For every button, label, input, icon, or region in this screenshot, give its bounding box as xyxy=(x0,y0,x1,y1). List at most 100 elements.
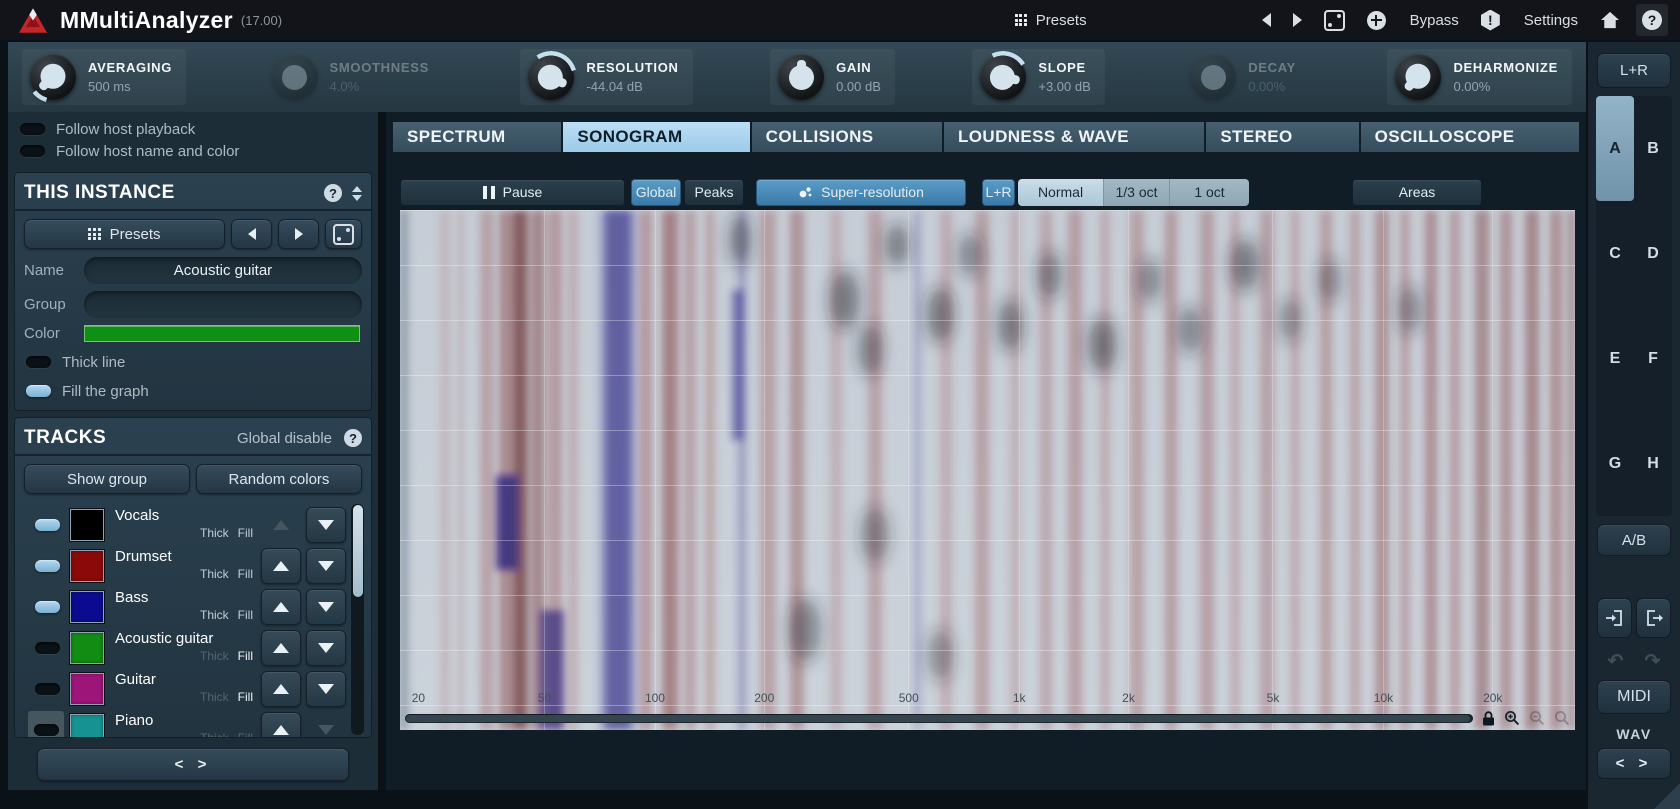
track-enable-toggle[interactable] xyxy=(33,723,59,736)
redo-icon[interactable]: ↷ xyxy=(1645,650,1661,673)
move-track-up-button[interactable] xyxy=(261,711,301,737)
track-thick-toggle[interactable]: Thick xyxy=(200,526,229,540)
peaks-button[interactable]: Peaks xyxy=(684,178,744,206)
lr-channel-button[interactable]: L+R xyxy=(982,178,1015,206)
track-row-drumset[interactable]: Drumset Thick Fill xyxy=(24,545,346,586)
settings-button[interactable]: Settings xyxy=(1524,12,1578,29)
gain-knob[interactable] xyxy=(778,54,825,100)
move-track-up-button[interactable] xyxy=(261,670,301,707)
track-enable-toggle[interactable] xyxy=(34,600,60,613)
preset-slot-c[interactable]: C xyxy=(1596,201,1634,306)
move-track-down-button[interactable] xyxy=(306,547,346,584)
track-fill-toggle[interactable]: Fill xyxy=(238,567,253,581)
slope-knob[interactable] xyxy=(977,51,1030,103)
undo-icon[interactable]: ↶ xyxy=(1608,650,1624,673)
track-row-guitar[interactable]: Guitar Thick Fill xyxy=(24,668,346,709)
collapse-left-panel-button[interactable]: < > xyxy=(37,748,349,781)
help-icon[interactable]: ? xyxy=(324,184,342,202)
bypass-button[interactable]: Bypass xyxy=(1410,12,1459,29)
lock-icon[interactable] xyxy=(1482,710,1495,726)
next-instance-preset-button[interactable] xyxy=(278,219,319,249)
move-track-down-button[interactable] xyxy=(306,670,346,707)
paste-from-slot-button[interactable] xyxy=(1636,598,1671,638)
global-presets-button[interactable]: Presets xyxy=(1014,12,1087,29)
color-swatch-bar[interactable] xyxy=(84,325,360,342)
decay-knob[interactable] xyxy=(1190,54,1237,100)
areas-button[interactable]: Areas xyxy=(1352,178,1482,206)
tab-collisions[interactable]: COLLISIONS xyxy=(751,122,942,152)
ab-compare-button[interactable]: A/B xyxy=(1597,524,1671,556)
instance-presets-button[interactable]: Presets xyxy=(24,219,225,249)
track-enable-toggle[interactable] xyxy=(34,641,60,654)
mode-octave-button[interactable]: 1 oct xyxy=(1169,178,1249,206)
midi-button[interactable]: MIDI xyxy=(1597,680,1671,714)
tab-sonogram[interactable]: SONOGRAM xyxy=(563,122,750,152)
scrollbar-thumb[interactable] xyxy=(352,505,363,597)
track-enable-toggle[interactable] xyxy=(34,518,60,531)
preset-slot-b[interactable]: B xyxy=(1634,96,1672,201)
move-track-up-button[interactable] xyxy=(261,588,301,625)
track-enable-toggle[interactable] xyxy=(34,559,60,572)
prev-instance-preset-button[interactable] xyxy=(231,219,272,249)
track-color-swatch[interactable] xyxy=(70,508,104,541)
next-preset-icon[interactable] xyxy=(1292,13,1302,27)
track-color-swatch[interactable] xyxy=(70,549,104,582)
wav-label[interactable]: WAV xyxy=(1588,726,1680,742)
resize-handle[interactable] xyxy=(1654,783,1680,809)
group-field[interactable] xyxy=(84,291,362,318)
deharmonize-knob[interactable] xyxy=(1395,54,1442,100)
track-row-acoustic-guitar[interactable]: Acoustic guitar Thick Fill xyxy=(24,627,346,668)
frequency-scrollbar[interactable] xyxy=(405,713,1473,723)
fill-graph-toggle[interactable]: Fill the graph xyxy=(26,380,360,402)
zoom-reset-icon[interactable] xyxy=(1554,710,1570,726)
tab-loudness-wave[interactable]: LOUDNESS & WAVE xyxy=(943,122,1205,152)
mode-normal-button[interactable]: Normal xyxy=(1018,178,1103,206)
random-preset-icon[interactable] xyxy=(1323,9,1345,31)
follow-host-name-color-toggle[interactable]: Follow host name and color xyxy=(20,140,366,162)
tab-spectrum[interactable]: SPECTRUM xyxy=(393,122,562,152)
track-thick-toggle[interactable]: Thick xyxy=(200,690,229,704)
global-button[interactable]: Global xyxy=(631,178,681,206)
random-colors-button[interactable]: Random colors xyxy=(196,464,362,494)
move-track-up-button[interactable] xyxy=(261,547,301,584)
thick-line-toggle[interactable]: Thick line xyxy=(26,351,360,373)
collapse-section-icon[interactable] xyxy=(352,185,362,201)
track-row-bass[interactable]: Bass Thick Fill xyxy=(24,586,346,627)
preset-slot-h[interactable]: H xyxy=(1634,411,1672,516)
add-icon[interactable] xyxy=(1366,10,1386,30)
track-color-swatch[interactable] xyxy=(70,631,104,664)
move-track-down-button[interactable] xyxy=(306,629,346,666)
collapse-sidebar-button[interactable]: < > xyxy=(1597,748,1671,779)
averaging-knob[interactable] xyxy=(27,51,79,103)
track-thick-toggle[interactable]: Thick xyxy=(200,567,229,581)
track-list-scrollbar[interactable] xyxy=(351,504,364,735)
move-track-down-button[interactable] xyxy=(306,506,346,543)
track-thick-toggle[interactable]: Thick xyxy=(200,649,229,663)
zoom-in-icon[interactable] xyxy=(1504,710,1520,726)
preset-slot-a[interactable]: A xyxy=(1596,96,1634,201)
random-instance-preset-button[interactable] xyxy=(325,219,362,249)
help-button[interactable]: ? xyxy=(1636,4,1668,36)
track-thick-toggle[interactable]: Thick xyxy=(200,731,229,737)
home-icon[interactable] xyxy=(1600,11,1620,29)
move-track-down-button[interactable] xyxy=(306,588,346,625)
track-fill-toggle[interactable]: Fill xyxy=(238,731,253,737)
move-track-up-button[interactable] xyxy=(261,629,301,666)
preset-slot-d[interactable]: D xyxy=(1634,201,1672,306)
prev-preset-icon[interactable] xyxy=(1261,13,1271,27)
track-fill-toggle[interactable]: Fill xyxy=(238,649,253,663)
preset-slot-f[interactable]: F xyxy=(1634,306,1672,411)
preset-slot-e[interactable]: E xyxy=(1596,306,1634,411)
track-color-swatch[interactable] xyxy=(70,672,104,705)
copy-to-slot-button[interactable] xyxy=(1597,598,1632,638)
tab-oscilloscope[interactable]: OSCILLOSCOPE xyxy=(1360,122,1579,152)
warning-icon[interactable]: ! xyxy=(1480,9,1500,31)
global-disable-button[interactable]: Global disable xyxy=(237,430,332,447)
track-row-piano[interactable]: Piano Thick Fill xyxy=(24,709,346,737)
preset-slot-g[interactable]: G xyxy=(1596,411,1634,516)
sonogram-display[interactable]: 20 50 100 200 500 1k 2k 5k 10k 20k xyxy=(400,210,1575,730)
track-enable-toggle[interactable] xyxy=(34,682,60,695)
resolution-knob[interactable] xyxy=(525,51,578,103)
mode-third-octave-button[interactable]: 1/3 oct xyxy=(1103,178,1169,206)
follow-host-playback-toggle[interactable]: Follow host playback xyxy=(20,118,366,140)
